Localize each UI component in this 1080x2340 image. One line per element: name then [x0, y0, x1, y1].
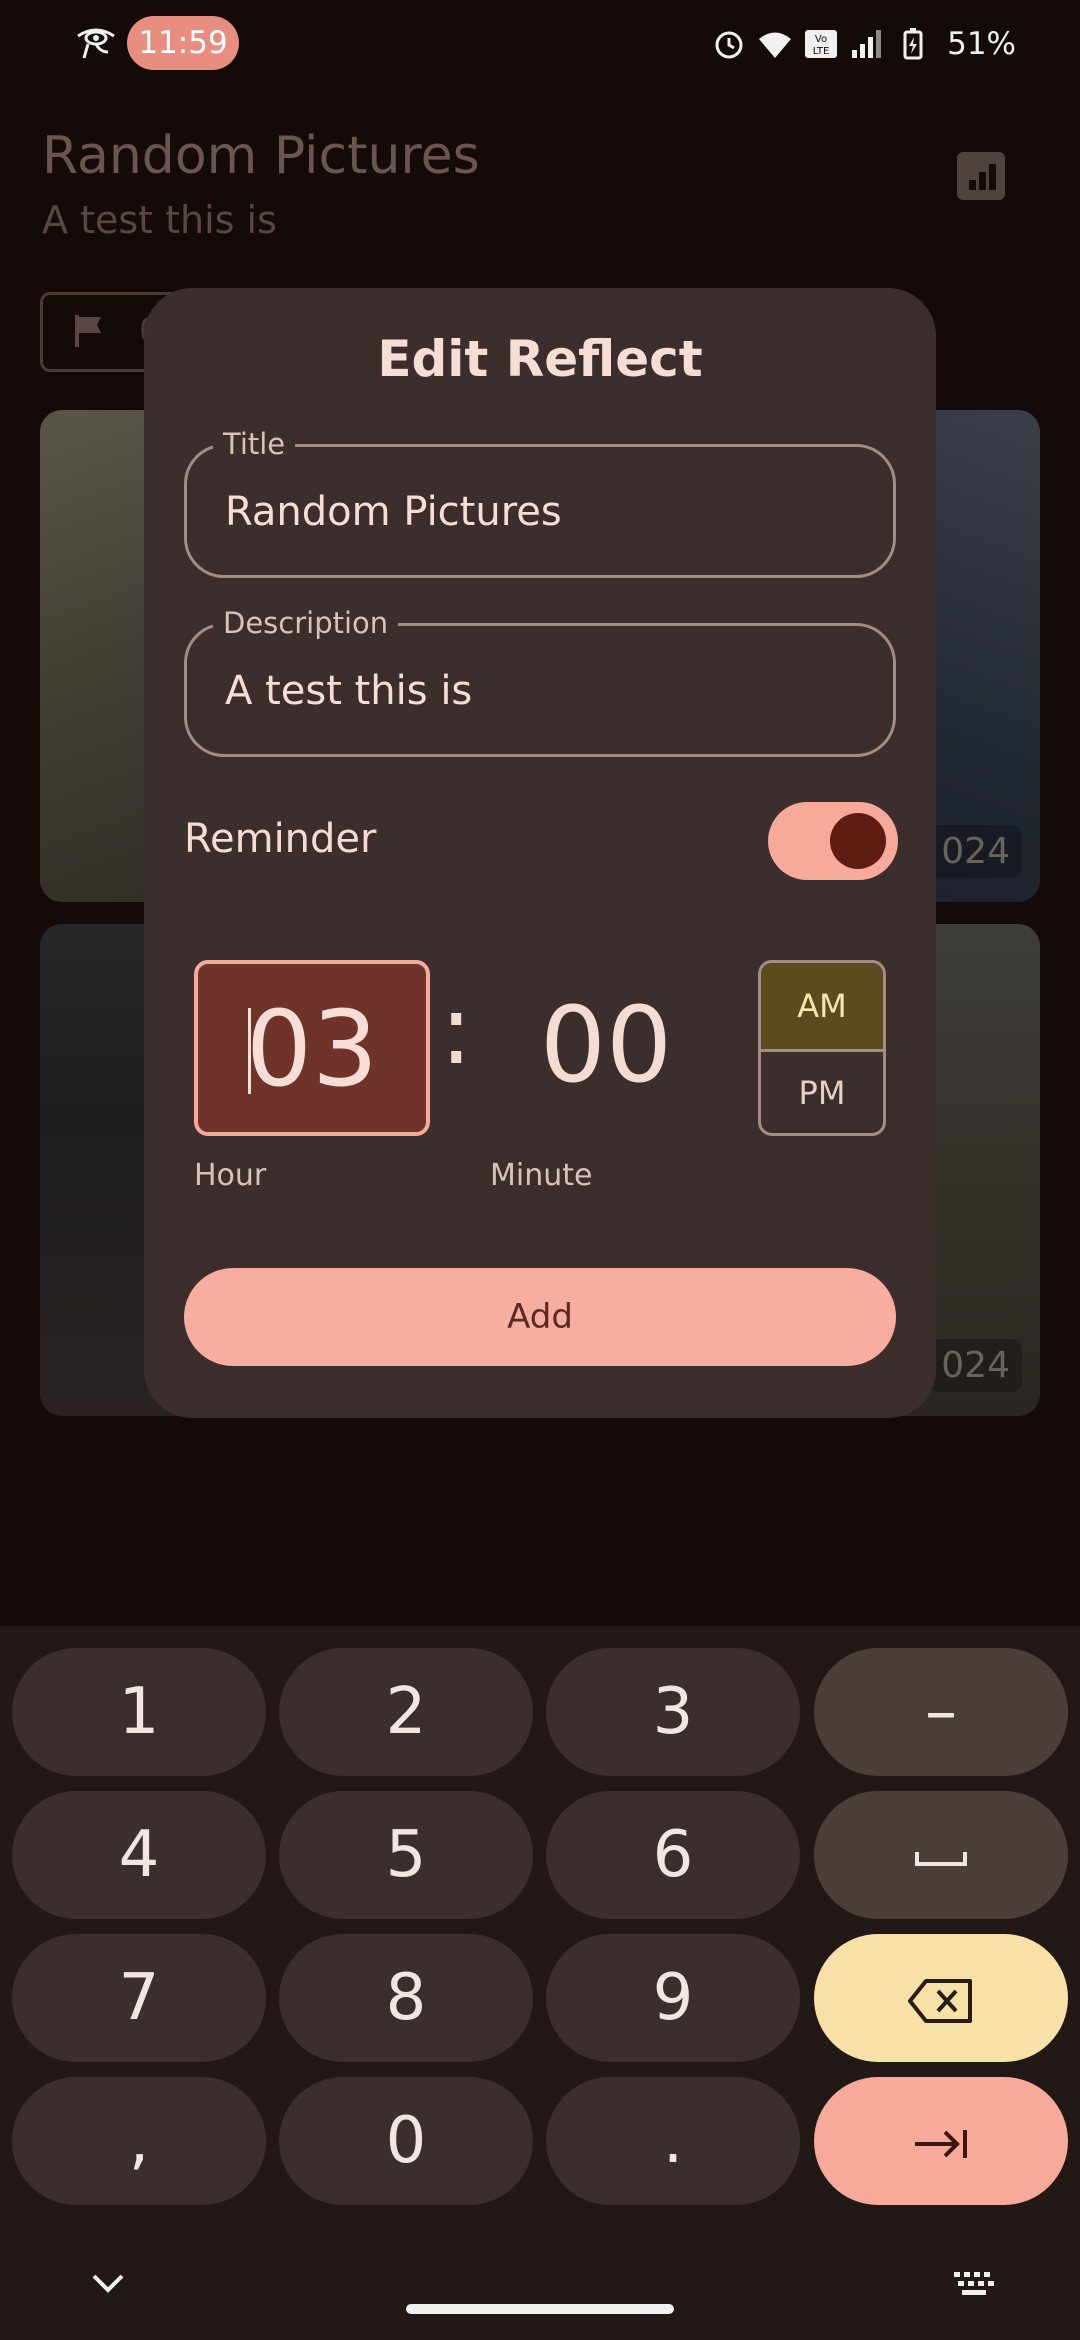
description-field-label: Description — [213, 606, 399, 640]
chevron-down-icon[interactable] — [88, 2272, 128, 2296]
flag-icon — [75, 315, 101, 347]
time-separator: : — [440, 974, 473, 1086]
title-field-label: Title — [213, 427, 296, 461]
tab-next-key[interactable] — [814, 2077, 1068, 2205]
description-field-value[interactable]: A test this is — [225, 668, 472, 714]
battery-percentage: 51% — [947, 26, 1016, 62]
battery-icon — [903, 28, 923, 60]
key-0[interactable]: 0 — [279, 2077, 533, 2205]
wifi-icon — [759, 32, 792, 58]
key-2[interactable]: 2 — [279, 1648, 533, 1776]
reminder-label: Reminder — [184, 816, 377, 862]
tab-arrow-icon — [915, 2130, 967, 2159]
keyboard-icon[interactable] — [952, 2270, 996, 2298]
toggle-knob — [830, 813, 886, 869]
backspace-icon — [908, 1979, 972, 2024]
key-comma[interactable]: , — [12, 2077, 266, 2205]
am-button[interactable]: AM — [761, 963, 883, 1052]
minute-label: Minute — [490, 1158, 593, 1193]
reminder-toggle[interactable] — [768, 802, 898, 880]
key-dash[interactable]: – — [814, 1648, 1068, 1776]
key-7[interactable]: 7 — [12, 1934, 266, 2062]
status-bar: 11:59 Vo LTE 51% — [0, 0, 1080, 86]
description-field[interactable]: Description A test this is — [184, 606, 896, 757]
key-5[interactable]: 5 — [279, 1791, 533, 1919]
svg-text:LTE: LTE — [813, 46, 830, 57]
page-title: Random Pictures — [42, 126, 480, 186]
key-1[interactable]: 1 — [12, 1648, 266, 1776]
key-6[interactable]: 6 — [546, 1791, 800, 1919]
card-date: 024 — [929, 1339, 1022, 1392]
page-subtitle: A test this is — [42, 198, 277, 242]
card-date: 024 — [929, 825, 1022, 878]
navigation-handle[interactable] — [406, 2304, 674, 2314]
key-3[interactable]: 3 — [546, 1648, 800, 1776]
signal-icon — [852, 30, 882, 58]
space-key[interactable] — [814, 1791, 1068, 1919]
dialog-title: Edit Reflect — [377, 330, 703, 388]
key-period[interactable]: . — [546, 2077, 800, 2205]
minute-input[interactable]: 00 — [488, 984, 724, 1106]
numeric-keyboard: 1 2 3 – 4 5 6 7 8 9 , 0 . — [0, 1626, 1080, 2340]
pm-button[interactable]: PM — [761, 1052, 883, 1133]
hour-label: Hour — [194, 1158, 267, 1193]
edit-reflect-dialog: Edit Reflect Title Random Pictures Descr… — [144, 288, 936, 1418]
stats-icon[interactable] — [957, 152, 1005, 200]
space-icon — [915, 1852, 967, 1867]
volte-icon: Vo LTE — [805, 30, 838, 58]
am-pm-selector: AM PM — [758, 960, 886, 1136]
title-field-value[interactable]: Random Pictures — [225, 489, 562, 535]
eye-icon — [77, 28, 115, 59]
title-field[interactable]: Title Random Pictures — [184, 427, 896, 578]
add-button[interactable]: Add — [184, 1268, 896, 1366]
key-9[interactable]: 9 — [546, 1934, 800, 2062]
svg-text:Vo: Vo — [815, 34, 827, 45]
hour-value: 03 — [245, 988, 379, 1110]
status-clock: 11:59 — [127, 16, 239, 70]
key-4[interactable]: 4 — [12, 1791, 266, 1919]
backspace-key[interactable] — [814, 1934, 1068, 2062]
key-8[interactable]: 8 — [279, 1934, 533, 2062]
hour-input[interactable]: 03 — [194, 960, 430, 1136]
alarm-icon — [715, 31, 743, 59]
